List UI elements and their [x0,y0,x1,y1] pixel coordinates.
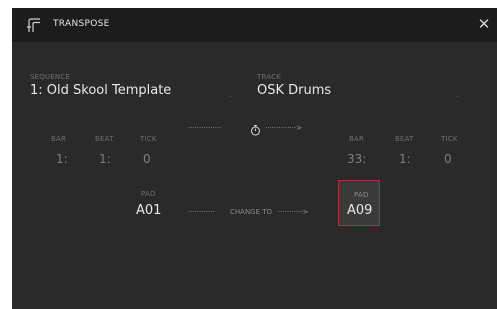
pad-from-label: PAD [141,190,156,198]
time-connector-left: ··············· [188,124,222,132]
end-beat-label: BEAT [395,135,414,143]
title-bar: TRANSPOSE ✕ [12,8,497,42]
start-bar-field[interactable]: 1: [56,152,68,166]
end-tick-field[interactable]: 0 [444,152,452,166]
track-label: TRACK [257,73,281,81]
end-bar-label: BAR [349,135,365,143]
pad-from-field[interactable]: A01 [136,203,161,218]
sequence-label: SEQUENCE [30,73,71,81]
track-dropdown-icon [455,96,459,97]
transpose-icon [26,17,42,33]
pad-to-field[interactable]: PAD A09 [338,180,380,226]
end-beat-field[interactable]: 1: [399,152,411,166]
start-bar-label: BAR [51,135,67,143]
end-tick-label: TICK [441,135,458,143]
start-tick-field[interactable]: 0 [143,152,151,166]
sequence-dropdown-icon [229,96,233,97]
stopwatch-icon [250,121,261,136]
dialog-title: TRANSPOSE [53,19,110,29]
start-beat-field[interactable]: 1: [99,152,111,166]
time-connector-right: ··············> [265,124,303,132]
close-icon[interactable]: ✕ [475,15,493,33]
end-bar-field[interactable]: 33: [347,152,366,166]
start-beat-label: BEAT [95,135,114,143]
pad-to-label: PAD [354,191,369,199]
track-select[interactable]: OSK Drums [257,83,331,98]
transpose-dialog: TRANSPOSE ✕ SEQUENCE 1: Old Skool Templa… [12,8,497,309]
change-connector-right: ···········> [278,208,309,216]
sequence-select[interactable]: 1: Old Skool Template [30,83,171,98]
start-tick-label: TICK [140,135,157,143]
change-to-label: CHANGE TO [230,208,273,216]
pad-to-value: A09 [347,203,373,218]
change-connector-left: ············ [188,208,215,216]
